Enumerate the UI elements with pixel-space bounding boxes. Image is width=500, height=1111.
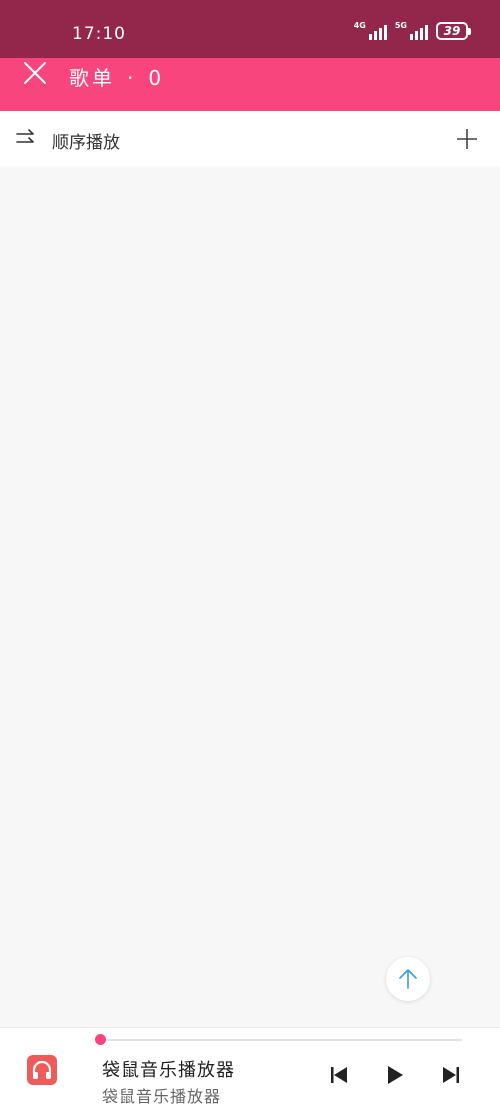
progress-thumb[interactable] xyxy=(95,1034,106,1045)
battery-icon: 39 xyxy=(436,22,471,40)
track-artist: 袋鼠音乐播放器 xyxy=(102,1087,222,1106)
album-art[interactable] xyxy=(27,1055,57,1085)
title-separator: · xyxy=(127,66,137,90)
playlist-count: 0 xyxy=(148,66,165,90)
battery-level: 39 xyxy=(443,24,461,38)
play-icon[interactable] xyxy=(384,1064,406,1086)
scroll-to-top-button[interactable] xyxy=(386,957,430,1001)
sequential-play-icon[interactable] xyxy=(16,129,36,147)
progress-bar[interactable] xyxy=(100,1039,462,1041)
mini-player: 袋鼠音乐播放器 袋鼠音乐播放器 xyxy=(0,1027,500,1111)
close-icon[interactable] xyxy=(22,60,48,86)
page-title: 歌单 · 0 xyxy=(69,62,164,91)
signal-4g-icon: 4G xyxy=(354,22,387,40)
skip-previous-icon[interactable] xyxy=(328,1064,350,1086)
headphones-icon xyxy=(32,1060,52,1079)
skip-next-icon[interactable] xyxy=(440,1064,462,1086)
play-mode-label[interactable]: 顺序播放 xyxy=(52,128,120,153)
app-header: 歌单 · 0 xyxy=(0,58,500,111)
track-title: 袋鼠音乐播放器 xyxy=(102,1060,235,1081)
song-list[interactable] xyxy=(0,166,500,1027)
status-time: 17:10 xyxy=(72,24,126,44)
arrow-up-icon xyxy=(399,969,417,989)
signal-5g-icon: 5G xyxy=(395,22,428,40)
status-indicators: 4G 5G 39 xyxy=(354,22,471,40)
status-bar: 17:10 4G 5G 39 xyxy=(0,0,500,58)
plus-icon[interactable] xyxy=(456,128,478,150)
playlist-toolbar: 顺序播放 xyxy=(0,111,500,166)
playlist-title: 歌单 xyxy=(69,66,115,90)
